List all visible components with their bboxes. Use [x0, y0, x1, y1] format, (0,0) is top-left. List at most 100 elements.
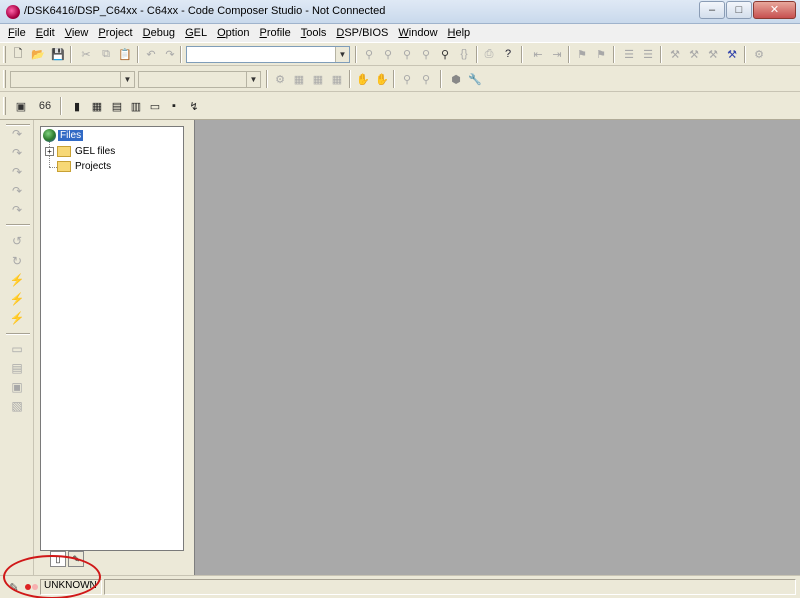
- menu-debug[interactable]: Debug: [143, 27, 175, 39]
- expand-icon[interactable]: +: [45, 147, 54, 156]
- build-icon[interactable]: ⚒: [667, 46, 683, 62]
- stop-build-icon[interactable]: ▦: [329, 71, 345, 87]
- paste-icon[interactable]: 📋: [117, 46, 133, 62]
- step-out-icon[interactable]: ↷: [9, 164, 25, 180]
- tree-root[interactable]: Files: [43, 128, 84, 143]
- find-next-icon[interactable]: ⚲: [380, 46, 396, 62]
- context-help-icon[interactable]: ?: [500, 46, 516, 62]
- memory-window-icon[interactable]: ▣: [9, 379, 25, 395]
- disassembly-icon[interactable]: ▥: [128, 98, 144, 114]
- compile-file-icon[interactable]: ⚙: [272, 71, 288, 87]
- menu-tools[interactable]: Tools: [301, 27, 327, 39]
- rebuild-icon[interactable]: ⚒: [705, 46, 721, 62]
- chevron-down-icon[interactable]: ▼: [120, 72, 134, 87]
- find-prev-icon[interactable]: ⚲: [399, 46, 415, 62]
- registers-icon[interactable]: ▦: [89, 98, 105, 114]
- watch-icon[interactable]: 66: [37, 98, 53, 114]
- undo-icon[interactable]: ↶: [143, 46, 159, 62]
- save-icon[interactable]: 💾: [50, 46, 66, 62]
- toolbar-grip[interactable]: [3, 46, 6, 63]
- quick-watch-icon[interactable]: ▭: [9, 341, 25, 357]
- compile-icon[interactable]: ⚒: [686, 46, 702, 62]
- toolbar-grip[interactable]: [3, 70, 6, 88]
- print-icon[interactable]: ⎙: [481, 46, 497, 62]
- copy-icon[interactable]: ⧉: [98, 46, 114, 62]
- project-combo[interactable]: ▼: [10, 71, 135, 88]
- toggle-bookmark-icon[interactable]: ☰: [621, 46, 637, 62]
- toolbar-grip[interactable]: [3, 97, 6, 115]
- watch-window-icon[interactable]: ▤: [9, 360, 25, 376]
- bracket-match-icon[interactable]: {}: [456, 46, 472, 62]
- bookmark-icon[interactable]: ⚑: [574, 46, 590, 62]
- title-bar[interactable]: /DSK6416/DSP_C64xx - C64xx - Code Compos…: [0, 0, 800, 24]
- toolbar-separator: [70, 46, 72, 63]
- config-combo[interactable]: ▼: [138, 71, 261, 88]
- set-pc-icon[interactable]: ↷: [9, 202, 25, 218]
- remove-breakpoints-icon[interactable]: ✋: [374, 71, 390, 87]
- mdi-workspace[interactable]: [194, 120, 800, 575]
- toggle-probe-point-icon[interactable]: ⚲: [399, 71, 415, 87]
- settings-icon[interactable]: ⚙: [751, 46, 767, 62]
- step-over-icon[interactable]: ↷: [9, 145, 25, 161]
- animate-icon[interactable]: ⚡: [9, 310, 25, 326]
- hexagon-icon[interactable]: ⬢: [448, 71, 464, 87]
- tree-node-label: GEL files: [75, 146, 116, 157]
- halt-icon[interactable]: ⚡: [9, 291, 25, 307]
- menu-project[interactable]: Project: [98, 27, 132, 39]
- toolbar-separator: [521, 46, 523, 63]
- find-in-files-icon[interactable]: ⚲: [418, 46, 434, 62]
- wrench-icon[interactable]: 🔧: [467, 71, 483, 87]
- tree-node-gel-files[interactable]: + GEL files: [45, 144, 115, 159]
- find-icon[interactable]: ⚲: [361, 46, 377, 62]
- open-folder-icon[interactable]: 📂: [30, 46, 46, 62]
- menu-bar: File Edit View Project Debug GEL Option …: [0, 24, 800, 42]
- chevron-down-icon[interactable]: ▼: [335, 47, 349, 62]
- minimize-button[interactable]: –: [699, 1, 725, 19]
- menu-file[interactable]: File: [8, 27, 26, 39]
- menu-option[interactable]: Option: [217, 27, 249, 39]
- app-icon[interactable]: [6, 5, 20, 19]
- toolbar-separator: [393, 70, 395, 88]
- memory-icon[interactable]: ▤: [109, 98, 125, 114]
- clipboard-icon[interactable]: ▮: [69, 98, 85, 114]
- menu-view[interactable]: View: [65, 27, 89, 39]
- window-title: /DSK6416/DSP_C64xx - C64xx - Code Compos…: [24, 5, 386, 17]
- next-bookmark-icon[interactable]: ⚑: [593, 46, 609, 62]
- step-into-icon[interactable]: ↷: [9, 126, 25, 142]
- indent-icon[interactable]: ⇥: [549, 46, 565, 62]
- menu-dsp-bios[interactable]: DSP/BIOS: [336, 27, 388, 39]
- menu-edit[interactable]: Edit: [36, 27, 55, 39]
- maximize-button[interactable]: □: [726, 1, 752, 19]
- tree-node-projects[interactable]: Projects: [57, 159, 111, 174]
- run-icon[interactable]: ⚡: [9, 272, 25, 288]
- asm-step-icon[interactable]: ↺: [9, 233, 25, 249]
- close-button[interactable]: ✕: [753, 1, 796, 19]
- graph-icon[interactable]: ▭: [147, 98, 163, 114]
- search-combo[interactable]: ▼: [186, 46, 350, 63]
- build-all-icon[interactable]: ⚒: [724, 46, 740, 62]
- binoculars-icon[interactable]: ⚲: [437, 46, 453, 62]
- menu-window[interactable]: Window: [398, 27, 437, 39]
- clear-bookmarks-icon[interactable]: ☰: [640, 46, 656, 62]
- new-file-icon[interactable]: 🗋: [10, 46, 26, 62]
- run-to-cursor-icon[interactable]: ↷: [9, 183, 25, 199]
- call-stack-icon[interactable]: ▧: [9, 398, 25, 414]
- menu-help[interactable]: Help: [448, 27, 471, 39]
- cut-icon[interactable]: ✂: [78, 46, 94, 62]
- remove-probe-points-icon[interactable]: ⚲: [418, 71, 434, 87]
- project-tree[interactable]: Files + GEL files Projects: [40, 126, 184, 551]
- menu-gel[interactable]: GEL: [185, 27, 207, 39]
- menu-profile[interactable]: Profile: [260, 27, 291, 39]
- rebuild-all-icon[interactable]: ▦: [310, 71, 326, 87]
- image-icon[interactable]: ▪: [166, 98, 182, 114]
- asm-step-over-icon[interactable]: ↻: [9, 253, 25, 269]
- toolbar-separator: [568, 46, 570, 63]
- profiler-icon[interactable]: ▣: [13, 98, 29, 114]
- stack-icon[interactable]: ↯: [186, 98, 202, 114]
- chevron-down-icon[interactable]: ▼: [246, 72, 260, 87]
- status-message-cell: [104, 579, 796, 595]
- outdent-icon[interactable]: ⇤: [530, 46, 546, 62]
- redo-icon[interactable]: ↷: [162, 46, 178, 62]
- incremental-build-icon[interactable]: ▦: [291, 71, 307, 87]
- toggle-breakpoint-icon[interactable]: ✋: [355, 71, 371, 87]
